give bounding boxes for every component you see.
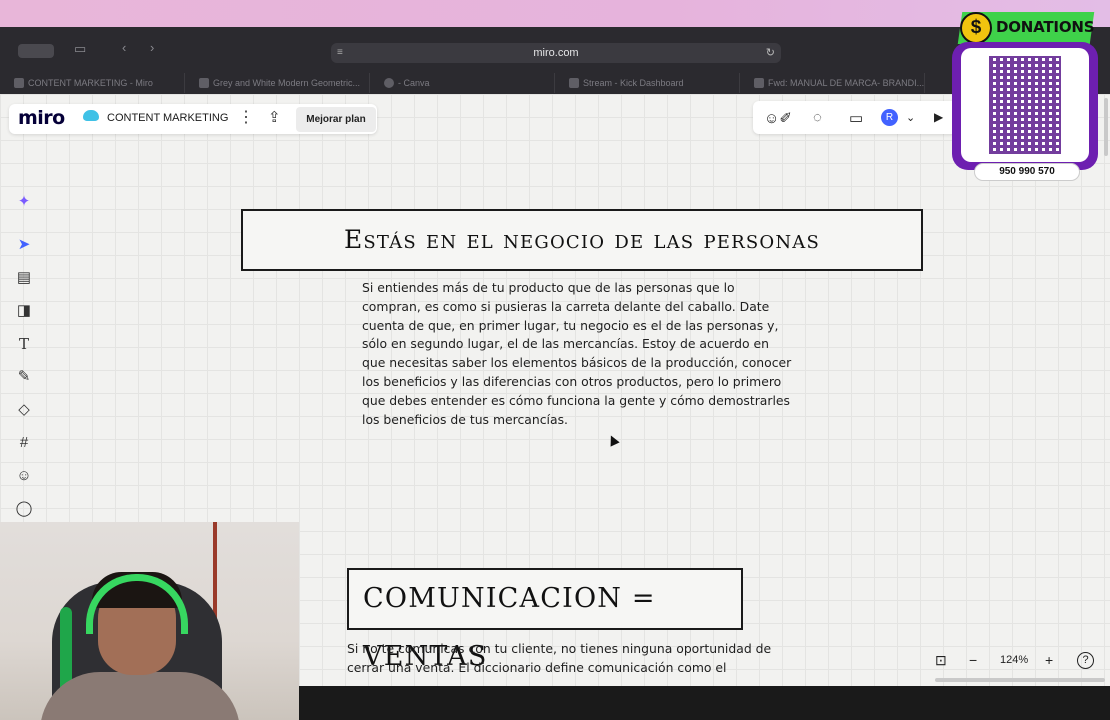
board-name[interactable]: CONTENT MARKETING: [107, 112, 228, 124]
qr-code-icon: [989, 56, 1061, 154]
canva-favicon-icon: [384, 78, 394, 88]
vertical-scrollbar[interactable]: [1104, 98, 1108, 156]
heading-1: Estás en el negocio de las personas: [343, 225, 821, 254]
donations-overlay: $ DONATIONS 950 990 570: [952, 12, 1100, 182]
sidebar-toggle-button[interactable]: [18, 44, 54, 58]
shapes-icon[interactable]: ◇: [8, 396, 40, 424]
person-shirt: [40, 672, 240, 720]
site-settings-icon[interactable]: ≡: [337, 43, 343, 63]
heading-frame-1[interactable]: Estás en el negocio de las personas: [241, 209, 923, 271]
tab-title: Fwd: MANUAL DE MARCA- BRANDI...: [768, 78, 925, 88]
tab-title: Stream - Kick Dashboard: [583, 78, 684, 88]
ai-sparkle-icon[interactable]: ✦: [8, 188, 40, 216]
tab-canva[interactable]: - Canva: [370, 73, 555, 93]
export-icon[interactable]: ⇪: [268, 108, 281, 126]
heading-frame-2[interactable]: COMUNICACION = VENTAS: [347, 568, 743, 672]
tab-miro[interactable]: CONTENT MARKETING - Miro: [0, 73, 185, 93]
tab-title: CONTENT MARKETING - Miro: [28, 78, 153, 88]
qr-code-card: [961, 48, 1089, 162]
gmail-favicon-icon: [754, 78, 764, 88]
qr-frame: [952, 42, 1098, 170]
frame-icon[interactable]: #: [8, 429, 40, 457]
chevron-down-icon[interactable]: ⌄: [906, 111, 915, 124]
text-icon[interactable]: T: [8, 330, 40, 358]
tab-kick[interactable]: Stream - Kick Dashboard: [555, 73, 740, 93]
dollar-coin-icon: $: [960, 12, 992, 44]
horizontal-scrollbar[interactable]: [935, 678, 1105, 682]
cloud-icon: [83, 110, 99, 121]
pen-icon[interactable]: ✎: [8, 363, 40, 391]
miro-favicon-icon: [14, 78, 24, 88]
board-header: miro CONTENT MARKETING ⋮ ⇪ Mejorar plan: [9, 104, 377, 134]
upgrade-plan-button[interactable]: Mejorar plan: [296, 107, 376, 132]
present-icon[interactable]: ▶: [934, 110, 943, 124]
more-options-icon[interactable]: ⋮: [238, 107, 254, 127]
reload-icon[interactable]: ↻: [766, 43, 775, 63]
miro-logo[interactable]: miro: [18, 107, 65, 129]
comments-icon[interactable]: ◌: [813, 109, 822, 126]
zoom-in-icon[interactable]: +: [1045, 652, 1053, 668]
video-call-icon[interactable]: ▭: [849, 109, 863, 127]
help-icon[interactable]: ?: [1077, 652, 1094, 669]
zoom-out-icon[interactable]: −: [969, 652, 977, 668]
back-icon[interactable]: ‹: [122, 40, 126, 55]
templates-icon[interactable]: ▤: [8, 264, 40, 292]
creation-toolbar: ✦ ➤ ▤ ◨ T ✎ ◇ # ☺ ◯: [8, 182, 40, 522]
tab-overview-icon[interactable]: ▭: [74, 41, 86, 57]
phone-number: 950 990 570: [974, 163, 1080, 181]
zoom-level[interactable]: 124%: [1000, 654, 1028, 666]
donations-label: DONATIONS: [996, 18, 1095, 36]
tab-gmail[interactable]: Fwd: MANUAL DE MARCA- BRANDI...: [740, 73, 925, 93]
select-icon[interactable]: ➤: [8, 231, 40, 259]
tab-title: Grey and White Modern Geometric...: [213, 78, 361, 88]
kick-favicon-icon: [569, 78, 579, 88]
dock-area: [299, 686, 1110, 720]
sticky-note-icon[interactable]: ◨: [8, 297, 40, 325]
paragraph-1[interactable]: Si entiendes más de tu producto que de l…: [362, 279, 792, 429]
paragraph-2[interactable]: Si no te comunicas con tu cliente, no ti…: [347, 640, 777, 686]
forward-icon[interactable]: ›: [150, 40, 154, 55]
reactions-icon[interactable]: ☺✐: [764, 109, 792, 127]
tab-title: - Canva: [398, 78, 430, 88]
address-bar[interactable]: ≡ miro.com ↻: [331, 43, 781, 63]
comment-icon[interactable]: ◯: [8, 495, 40, 523]
mac-menu-bar: [0, 0, 1110, 27]
zoom-controls: ⊡ − 124% + ?: [927, 647, 1103, 675]
tab-canva-design[interactable]: Grey and White Modern Geometric...: [185, 73, 370, 93]
heart-favicon-icon: [199, 78, 209, 88]
webcam-overlay: [0, 522, 299, 720]
fit-to-screen-icon[interactable]: ⊡: [935, 652, 947, 669]
avatar[interactable]: R: [881, 109, 898, 126]
tab-strip: CONTENT MARKETING - Miro Grey and White …: [0, 73, 1110, 93]
stickers-icon[interactable]: ☺: [8, 462, 40, 490]
url-text: miro.com: [533, 47, 579, 59]
collaboration-toolbar: ☺✐ ◌ ▭ R ⌄ ▶: [753, 101, 958, 134]
